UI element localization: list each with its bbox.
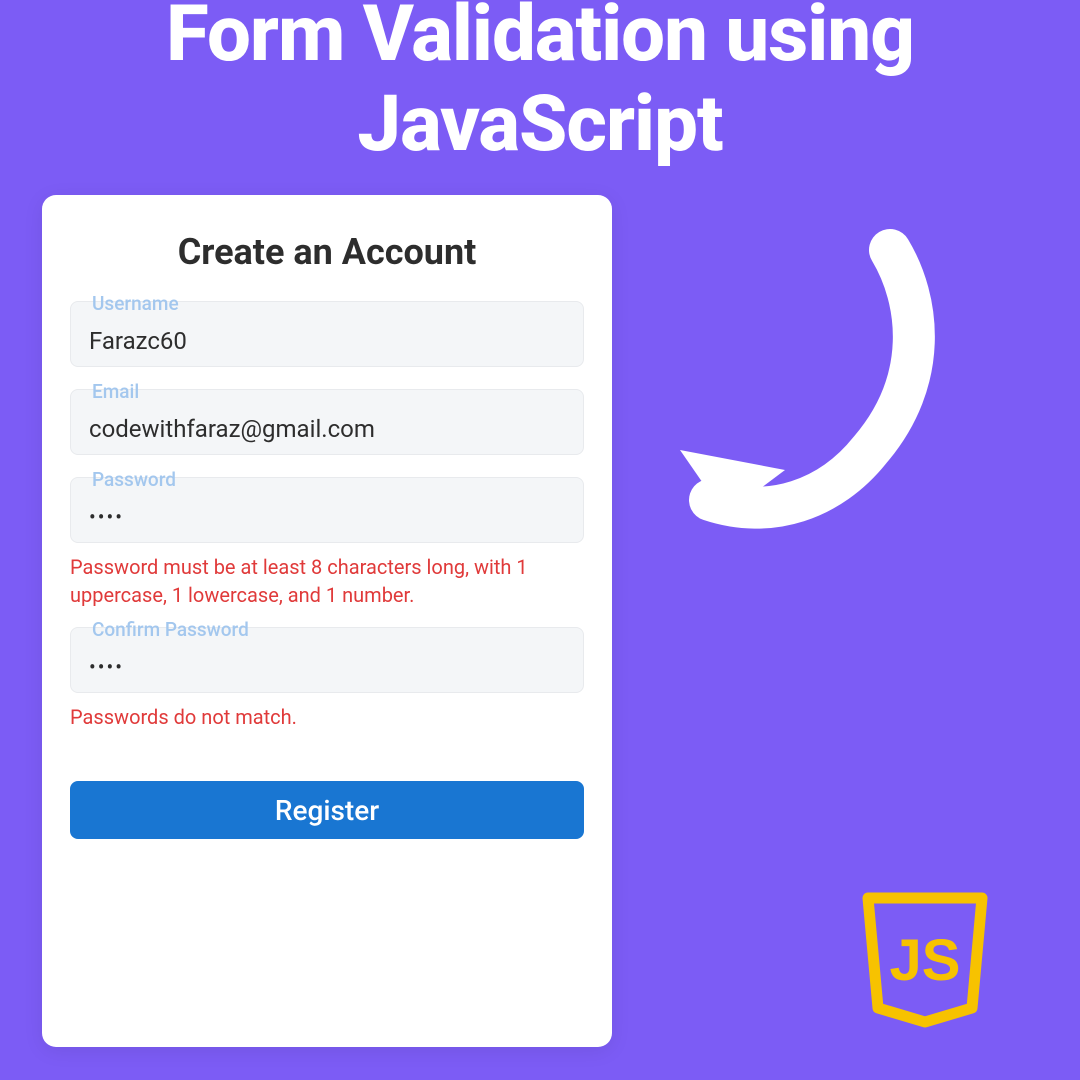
confirm-password-label: Confirm Password xyxy=(88,618,253,641)
confirm-password-field-group: Confirm Password xyxy=(70,627,584,693)
form-card: Create an Account Username Email Passwor… xyxy=(42,195,612,1047)
password-label: Password xyxy=(88,468,180,491)
js-logo-icon: JS xyxy=(860,890,990,1030)
page-title: Form Validation using JavaScript xyxy=(0,0,1080,169)
register-button[interactable]: Register xyxy=(70,781,584,839)
email-input[interactable] xyxy=(70,389,584,455)
password-error: Password must be at least 8 characters l… xyxy=(70,553,584,609)
username-field-group: Username xyxy=(70,301,584,367)
arrow-icon xyxy=(650,220,990,560)
svg-text:JS: JS xyxy=(890,928,961,993)
email-field-group: Email xyxy=(70,389,584,455)
confirm-password-error: Passwords do not match. xyxy=(70,703,584,731)
form-header: Create an Account xyxy=(70,231,584,273)
email-label: Email xyxy=(88,380,143,403)
username-label: Username xyxy=(88,292,183,315)
password-field-group: Password xyxy=(70,477,584,543)
